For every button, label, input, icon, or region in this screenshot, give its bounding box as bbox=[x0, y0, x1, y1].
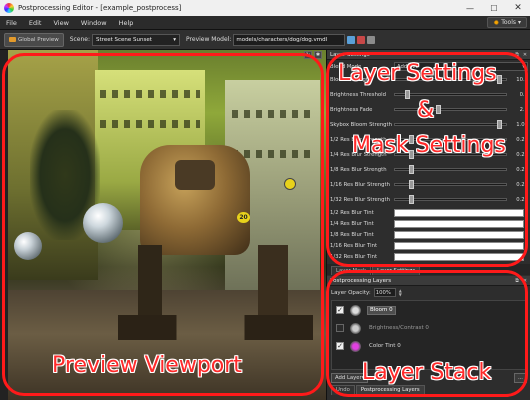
mask-settings-annotation: Mask Settings bbox=[352, 133, 506, 158]
scene-select[interactable]: Street Scene Sunset ▾ bbox=[92, 33, 181, 46]
reset-icon[interactable] bbox=[367, 35, 376, 44]
preview-model-label: Preview Model: bbox=[186, 36, 232, 43]
menu-file[interactable]: File bbox=[0, 19, 23, 27]
ampersand-annotation: & bbox=[417, 98, 435, 123]
layer-stack-annotation: Layer Stack bbox=[362, 360, 492, 385]
global-preview-button[interactable]: Global Preview bbox=[4, 32, 64, 47]
window-title: Postprocessing Editor - [example_postpro… bbox=[18, 4, 182, 12]
app-icon bbox=[4, 3, 14, 13]
close-button[interactable]: ✕ bbox=[506, 3, 530, 13]
preview-viewport-annotation: Preview Viewport bbox=[52, 353, 242, 378]
tools-label: Tools bbox=[501, 19, 516, 26]
model-icon[interactable] bbox=[357, 35, 366, 44]
maximize-button[interactable]: ☐ bbox=[482, 4, 506, 13]
menu-edit[interactable]: Edit bbox=[23, 19, 48, 27]
menu-window[interactable]: Window bbox=[75, 19, 113, 27]
minimize-button[interactable]: — bbox=[458, 4, 482, 13]
close-icon[interactable]: ✕ bbox=[522, 52, 528, 58]
menu-view[interactable]: View bbox=[47, 19, 74, 27]
scene-value: Street Scene Sunset bbox=[96, 36, 152, 43]
browse-icon[interactable] bbox=[347, 35, 356, 44]
global-preview-label: Global Preview bbox=[18, 36, 59, 43]
menu-bar: File Edit View Window Help ✹ Tools ▾ bbox=[0, 16, 530, 30]
camera-icon bbox=[9, 37, 16, 42]
chevron-down-icon: ▾ bbox=[517, 19, 521, 26]
layer-settings-annotation: Layer Settings bbox=[338, 61, 497, 86]
chevron-down-icon: ▾ bbox=[173, 36, 177, 43]
main-toolbar: Global Preview Scene: Street Scene Sunse… bbox=[0, 30, 530, 50]
preview-viewport-highlight bbox=[2, 53, 324, 396]
scene-label: Scene: bbox=[69, 36, 91, 43]
tools-dropdown[interactable]: ✹ Tools ▾ bbox=[487, 17, 527, 28]
window-titlebar: Postprocessing Editor - [example_postpro… bbox=[0, 0, 530, 16]
preview-model-field[interactable]: models/characters/dog/dog.vmdl bbox=[233, 33, 346, 46]
gear-icon: ✹ bbox=[493, 18, 500, 27]
menu-help[interactable]: Help bbox=[113, 19, 140, 27]
